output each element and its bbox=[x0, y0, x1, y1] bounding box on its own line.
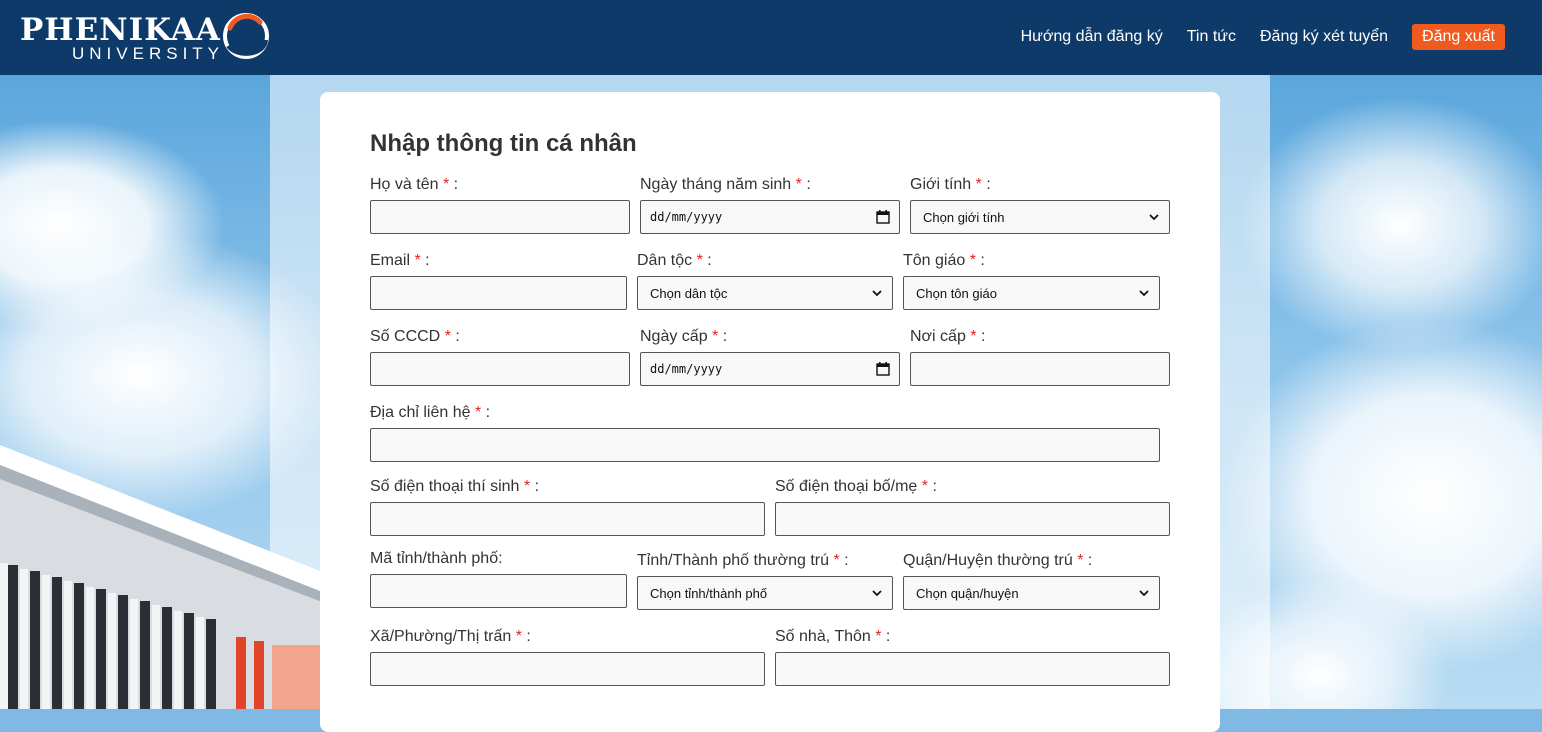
dob-date-input[interactable]: dd/mm/yyyy bbox=[640, 200, 900, 234]
district-label: Quận/Huyện thường trú * : bbox=[903, 552, 1093, 569]
chevron-down-icon bbox=[872, 290, 882, 297]
form-title: Nhập thông tin cá nhân bbox=[370, 130, 637, 157]
id-number-label: Số CCCD * : bbox=[370, 328, 460, 345]
address-label: Địa chỉ liên hệ * : bbox=[370, 404, 491, 421]
ward-input[interactable] bbox=[370, 652, 765, 686]
issue-date-placeholder: dd/mm/yyyy bbox=[650, 362, 723, 376]
ward-field: Xã/Phường/Thị trấn * : bbox=[370, 628, 765, 686]
logo-wordmark: PHENIKAA bbox=[20, 12, 221, 48]
phone-field: Số điện thoại thí sinh * : bbox=[370, 478, 765, 536]
chevron-down-icon bbox=[1139, 590, 1149, 597]
province-select[interactable]: Chọn tỉnh/thành phố bbox=[637, 576, 893, 610]
nav-link-apply[interactable]: Đăng ký xét tuyển bbox=[1260, 28, 1388, 46]
calendar-icon[interactable] bbox=[876, 210, 890, 224]
province-code-field: Mã tỉnh/thành phố: bbox=[370, 550, 627, 608]
phone-label: Số điện thoại thí sinh * : bbox=[370, 478, 540, 495]
full-name-label: Họ và tên * : bbox=[370, 176, 459, 193]
religion-field: Tôn giáo * : Chọn tôn giáo bbox=[903, 252, 1160, 310]
email-input[interactable] bbox=[370, 276, 627, 310]
address-input[interactable] bbox=[370, 428, 1160, 462]
house-input[interactable] bbox=[775, 652, 1170, 686]
nav-link-news[interactable]: Tin tức bbox=[1187, 28, 1236, 46]
district-select[interactable]: Chọn quận/huyện bbox=[903, 576, 1160, 610]
province-selected: Chọn tỉnh/thành phố bbox=[650, 585, 768, 601]
gender-label: Giới tính * : bbox=[910, 176, 991, 193]
chevron-down-icon bbox=[1139, 290, 1149, 297]
gender-field: Giới tính * : Chọn giới tính bbox=[910, 176, 1170, 234]
phone-input[interactable] bbox=[370, 502, 765, 536]
ethnicity-field: Dân tộc * : Chọn dân tộc bbox=[637, 252, 893, 310]
personal-info-form-card: Nhập thông tin cá nhân Họ và tên * : Ngà… bbox=[320, 92, 1220, 732]
parent-phone-label: Số điện thoại bố/mẹ * : bbox=[775, 478, 937, 495]
issue-date-input[interactable]: dd/mm/yyyy bbox=[640, 352, 900, 386]
id-number-field: Số CCCD * : bbox=[370, 328, 630, 386]
dob-field: Ngày tháng năm sinh * : dd/mm/yyyy bbox=[640, 176, 900, 234]
logo-subtitle: UNIVERSITY bbox=[72, 44, 225, 63]
top-navbar: PHENIKAA UNIVERSITY Hướng dẫn đăng ký Ti… bbox=[0, 0, 1542, 75]
ethnicity-selected: Chọn dân tộc bbox=[650, 285, 728, 301]
main-nav: Hướng dẫn đăng ký Tin tức Đăng ký xét tu… bbox=[997, 24, 1505, 50]
issue-place-label: Nơi cấp * : bbox=[910, 328, 986, 345]
dob-label: Ngày tháng năm sinh * : bbox=[640, 176, 811, 193]
calendar-icon[interactable] bbox=[876, 362, 890, 376]
chevron-down-icon bbox=[1149, 214, 1159, 221]
gender-select[interactable]: Chọn giới tính bbox=[910, 200, 1170, 234]
issue-date-label: Ngày cấp * : bbox=[640, 328, 728, 345]
province-code-label: Mã tỉnh/thành phố: bbox=[370, 550, 503, 567]
full-name-input[interactable] bbox=[370, 200, 630, 234]
religion-label: Tôn giáo * : bbox=[903, 252, 985, 269]
house-field: Số nhà, Thôn * : bbox=[775, 628, 1170, 686]
logout-button[interactable]: Đăng xuất bbox=[1412, 24, 1505, 50]
phenikaa-logo[interactable]: PHENIKAA UNIVERSITY bbox=[20, 10, 280, 66]
issue-place-field: Nơi cấp * : bbox=[910, 328, 1170, 386]
district-field: Quận/Huyện thường trú * : Chọn quận/huyệ… bbox=[903, 552, 1160, 610]
house-label: Số nhà, Thôn * : bbox=[775, 628, 891, 645]
campus-building-image bbox=[0, 445, 330, 709]
religion-select[interactable]: Chọn tôn giáo bbox=[903, 276, 1160, 310]
email-field: Email * : bbox=[370, 252, 627, 310]
religion-selected: Chọn tôn giáo bbox=[916, 285, 997, 301]
logo-ring-icon bbox=[223, 13, 269, 59]
parent-phone-field: Số điện thoại bố/mẹ * : bbox=[775, 478, 1170, 536]
address-field: Địa chỉ liên hệ * : bbox=[370, 404, 1160, 462]
ethnicity-label: Dân tộc * : bbox=[637, 252, 712, 269]
district-selected: Chọn quận/huyện bbox=[916, 585, 1019, 601]
nav-link-registration-guide[interactable]: Hướng dẫn đăng ký bbox=[1021, 28, 1163, 46]
full-name-field: Họ và tên * : bbox=[370, 176, 630, 234]
id-number-input[interactable] bbox=[370, 352, 630, 386]
ethnicity-select[interactable]: Chọn dân tộc bbox=[637, 276, 893, 310]
issue-date-field: Ngày cấp * : dd/mm/yyyy bbox=[640, 328, 900, 386]
parent-phone-input[interactable] bbox=[775, 502, 1170, 536]
email-label: Email * : bbox=[370, 252, 430, 269]
province-label: Tỉnh/Thành phố thường trú * : bbox=[637, 552, 849, 569]
chevron-down-icon bbox=[872, 590, 882, 597]
province-field: Tỉnh/Thành phố thường trú * : Chọn tỉnh/… bbox=[637, 552, 893, 610]
dob-placeholder: dd/mm/yyyy bbox=[650, 210, 723, 224]
issue-place-input[interactable] bbox=[910, 352, 1170, 386]
gender-selected: Chọn giới tính bbox=[923, 209, 1005, 225]
ward-label: Xã/Phường/Thị trấn * : bbox=[370, 628, 531, 645]
province-code-input[interactable] bbox=[370, 574, 627, 608]
